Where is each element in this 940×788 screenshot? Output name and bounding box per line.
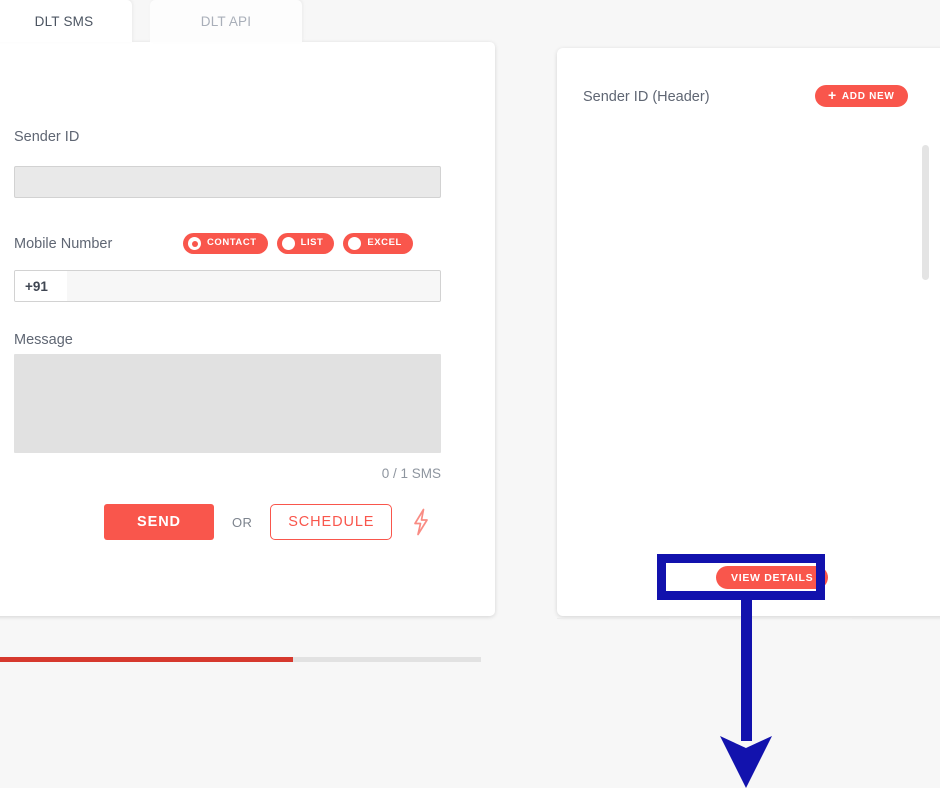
compose-card: Sender ID Mobile Number CONTACT LIST EXC… [0,42,495,662]
radio-unselected-icon [348,237,362,250]
radio-unselected-icon [281,237,295,250]
radio-pill-contact[interactable]: CONTACT [183,233,268,254]
add-new-label: ADD NEW [841,90,895,102]
page-root: DLT SMS DLT API Sender ID Mobile Number … [0,0,940,788]
send-progress-fill [0,657,293,662]
tab-dlt-api-label: DLT API [200,13,252,29]
divider [557,618,669,619]
radio-pill-excel[interactable]: EXCEL [343,233,413,254]
radio-selected-icon [188,237,201,250]
schedule-button[interactable]: SCHEDULE [270,504,393,540]
radio-pill-list-label: LIST [300,237,324,249]
message-textarea[interactable] [14,354,441,453]
sender-id-card: Sender ID (Header) + ADD NEW VIEW DETAIL… [557,48,940,616]
mobile-number-label: Mobile Number [14,236,113,252]
plus-icon: + [828,87,837,103]
radio-pill-contact-label: CONTACT [207,237,257,249]
tab-dlt-sms-label: DLT SMS [34,13,94,29]
mobile-source-radio-group: CONTACT LIST EXCEL [183,233,413,254]
sender-id-list-scrollbar[interactable] [922,118,929,588]
flash-bolt-icon[interactable] [410,508,432,536]
or-separator-label: OR [232,514,253,530]
scrollbar-thumb[interactable] [922,145,929,280]
radio-pill-list[interactable]: LIST [276,233,335,254]
view-details-button[interactable]: VIEW DETAILS [716,566,829,589]
send-button[interactable]: SEND [104,504,214,540]
sender-id-header-title: Sender ID (Header) [583,89,710,105]
tab-strip: DLT SMS DLT API [0,0,560,42]
sms-counter: 0 / 1 SMS [381,466,441,481]
country-code-prefix: +91 [15,271,67,301]
sender-id-label: Sender ID [14,129,80,145]
compose-action-row: SEND OR SCHEDULE [104,504,432,540]
sender-id-list [577,118,917,573]
divider [700,618,840,619]
message-label: Message [14,332,73,348]
tab-dlt-api[interactable]: DLT API [150,0,302,42]
tab-dlt-sms[interactable]: DLT SMS [0,0,132,42]
mobile-number-input[interactable] [67,271,440,301]
mobile-number-field-group: +91 [14,270,441,302]
divider [852,618,940,619]
add-new-button[interactable]: + ADD NEW [815,85,908,107]
sender-id-input[interactable] [14,166,441,198]
send-progress-track [0,657,481,662]
radio-pill-excel-label: EXCEL [367,237,402,249]
annotation-down-arrow [720,596,772,788]
